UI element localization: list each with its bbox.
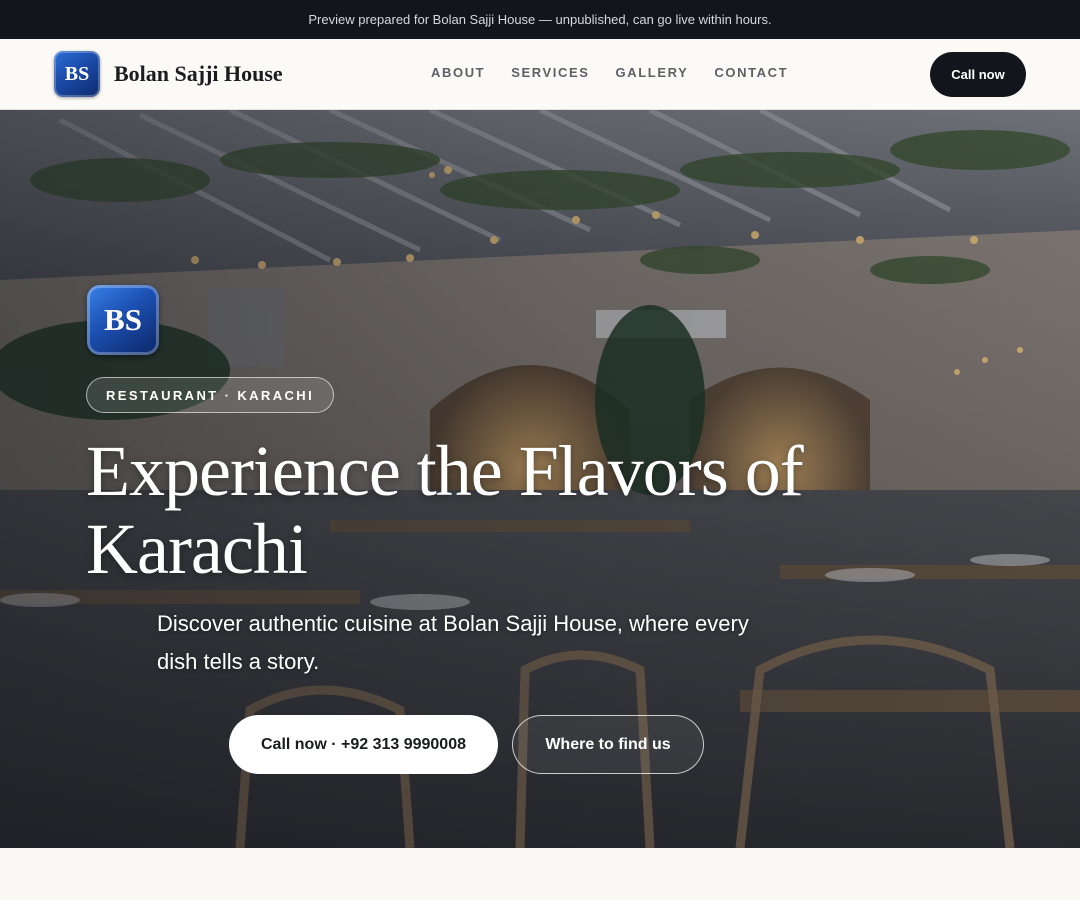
main-nav: ABOUT SERVICES GALLERY CONTACT [431,65,814,80]
nav-link-about[interactable]: ABOUT [431,65,485,80]
brand-logo[interactable]: BS [54,51,100,97]
brand-name[interactable]: Bolan Sajji House [114,61,283,87]
preview-banner: Preview prepared for Bolan Sajji House —… [0,0,1080,39]
where-to-find-us-button[interactable]: Where to find us [512,715,704,774]
nav-link-contact[interactable]: CONTACT [714,65,788,80]
preview-banner-text: Preview prepared for Bolan Sajji House —… [308,12,772,27]
header-call-button[interactable]: Call now [930,52,1026,97]
nav-link-gallery[interactable]: GALLERY [616,65,689,80]
site-header: BS Bolan Sajji House ABOUT SERVICES GALL… [0,39,1080,110]
hero-category-tag: RESTAURANT · KARACHI [86,377,335,413]
hero-logo-initials: BS [104,302,142,337]
nav-link-services[interactable]: SERVICES [511,65,589,80]
hero-section: BS RESTAURANT · KARACHI Experience the F… [0,110,1080,848]
hero-title: Experience the Flavors of Karachi [86,431,804,589]
hero-call-button[interactable]: Call now · +92 313 9990008 [229,715,498,774]
brand-logo-initials: BS [64,62,90,85]
hero-subtitle: Discover authentic cuisine at Bolan Sajj… [157,611,749,674]
hero-logo: BS [87,285,159,355]
